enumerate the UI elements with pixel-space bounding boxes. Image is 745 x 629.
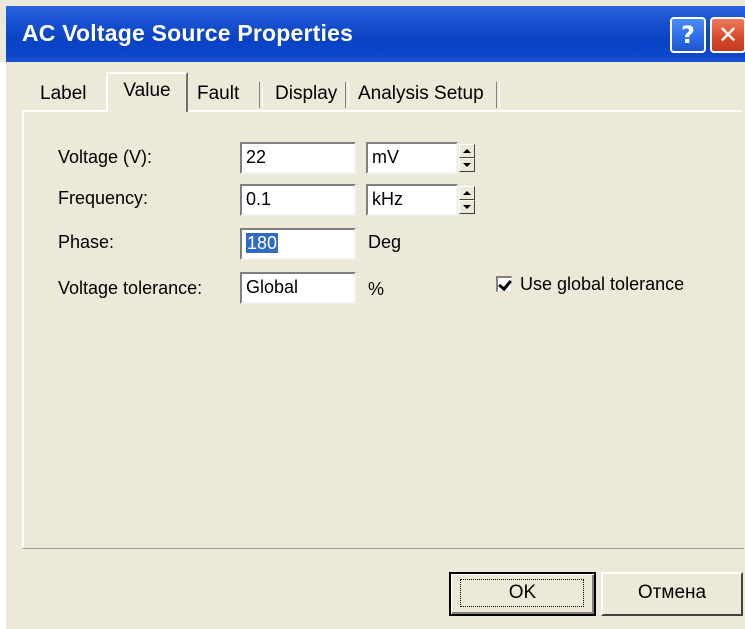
focus-indicator [460, 579, 584, 607]
arrow-up-icon [463, 149, 471, 153]
tab-label[interactable]: Label [40, 78, 102, 110]
arrow-up-icon [463, 191, 471, 195]
window-edge [0, 62, 6, 629]
frequency-unit-spinner[interactable] [459, 185, 475, 215]
voltage-unit-spinner[interactable] [459, 143, 475, 173]
phase-input[interactable]: 180 [240, 228, 356, 260]
tolerance-label: Voltage tolerance: [58, 278, 203, 298]
arrow-down-icon [463, 205, 471, 209]
phase-selected-text: 180 [246, 233, 279, 253]
arrow-down-icon [463, 163, 471, 167]
tab-value[interactable]: Value [106, 72, 188, 112]
phase-unit-label: Deg [368, 232, 402, 252]
phase-label: Phase: [58, 232, 115, 252]
cancel-button[interactable]: Отмена [601, 572, 743, 616]
tolerance-unit-label: % [368, 279, 385, 299]
spin-up-button[interactable] [459, 186, 475, 200]
tab-analysis-setup-text: Analysis Setup [358, 83, 484, 104]
tab-display[interactable]: Display [275, 78, 349, 110]
panel-bottom-border [22, 548, 744, 549]
spin-up-button[interactable] [459, 144, 475, 158]
tab-fault[interactable]: Fault [197, 78, 263, 110]
close-button[interactable]: ✕ [710, 17, 745, 53]
voltage-unit-field[interactable]: mV [366, 142, 458, 174]
tolerance-input[interactable]: Global [240, 272, 356, 304]
tab-value-text: Value [123, 80, 171, 101]
window-title: AC Voltage Source Properties [22, 20, 354, 46]
help-button[interactable]: ? [670, 17, 706, 53]
tab-divider [345, 82, 349, 108]
spin-down-button[interactable] [459, 200, 475, 214]
frequency-input[interactable]: 0.1 [240, 184, 356, 216]
spin-down-button[interactable] [459, 158, 475, 172]
tab-fault-text: Fault [197, 83, 240, 104]
checkmark-icon [498, 276, 512, 292]
value-tab-panel [22, 110, 742, 550]
frequency-unit-field[interactable]: kHz [366, 184, 458, 216]
title-bar[interactable]: AC Voltage Source Properties ? ✕ [6, 6, 745, 62]
tab-divider [259, 82, 263, 108]
properties-dialog: AC Voltage Source Properties ? ✕ Label V… [0, 0, 745, 629]
use-global-tolerance-label[interactable]: Use global tolerance [520, 274, 684, 295]
voltage-label: Voltage (V): [58, 147, 153, 167]
tab-label-text: Label [40, 83, 87, 104]
tab-analysis-setup[interactable]: Analysis Setup [358, 78, 500, 110]
voltage-input[interactable]: 22 [240, 142, 356, 174]
frequency-label: Frequency: [58, 188, 149, 208]
tab-divider [496, 82, 500, 108]
tab-display-text: Display [275, 83, 338, 104]
use-global-tolerance-checkbox[interactable] [496, 276, 512, 292]
